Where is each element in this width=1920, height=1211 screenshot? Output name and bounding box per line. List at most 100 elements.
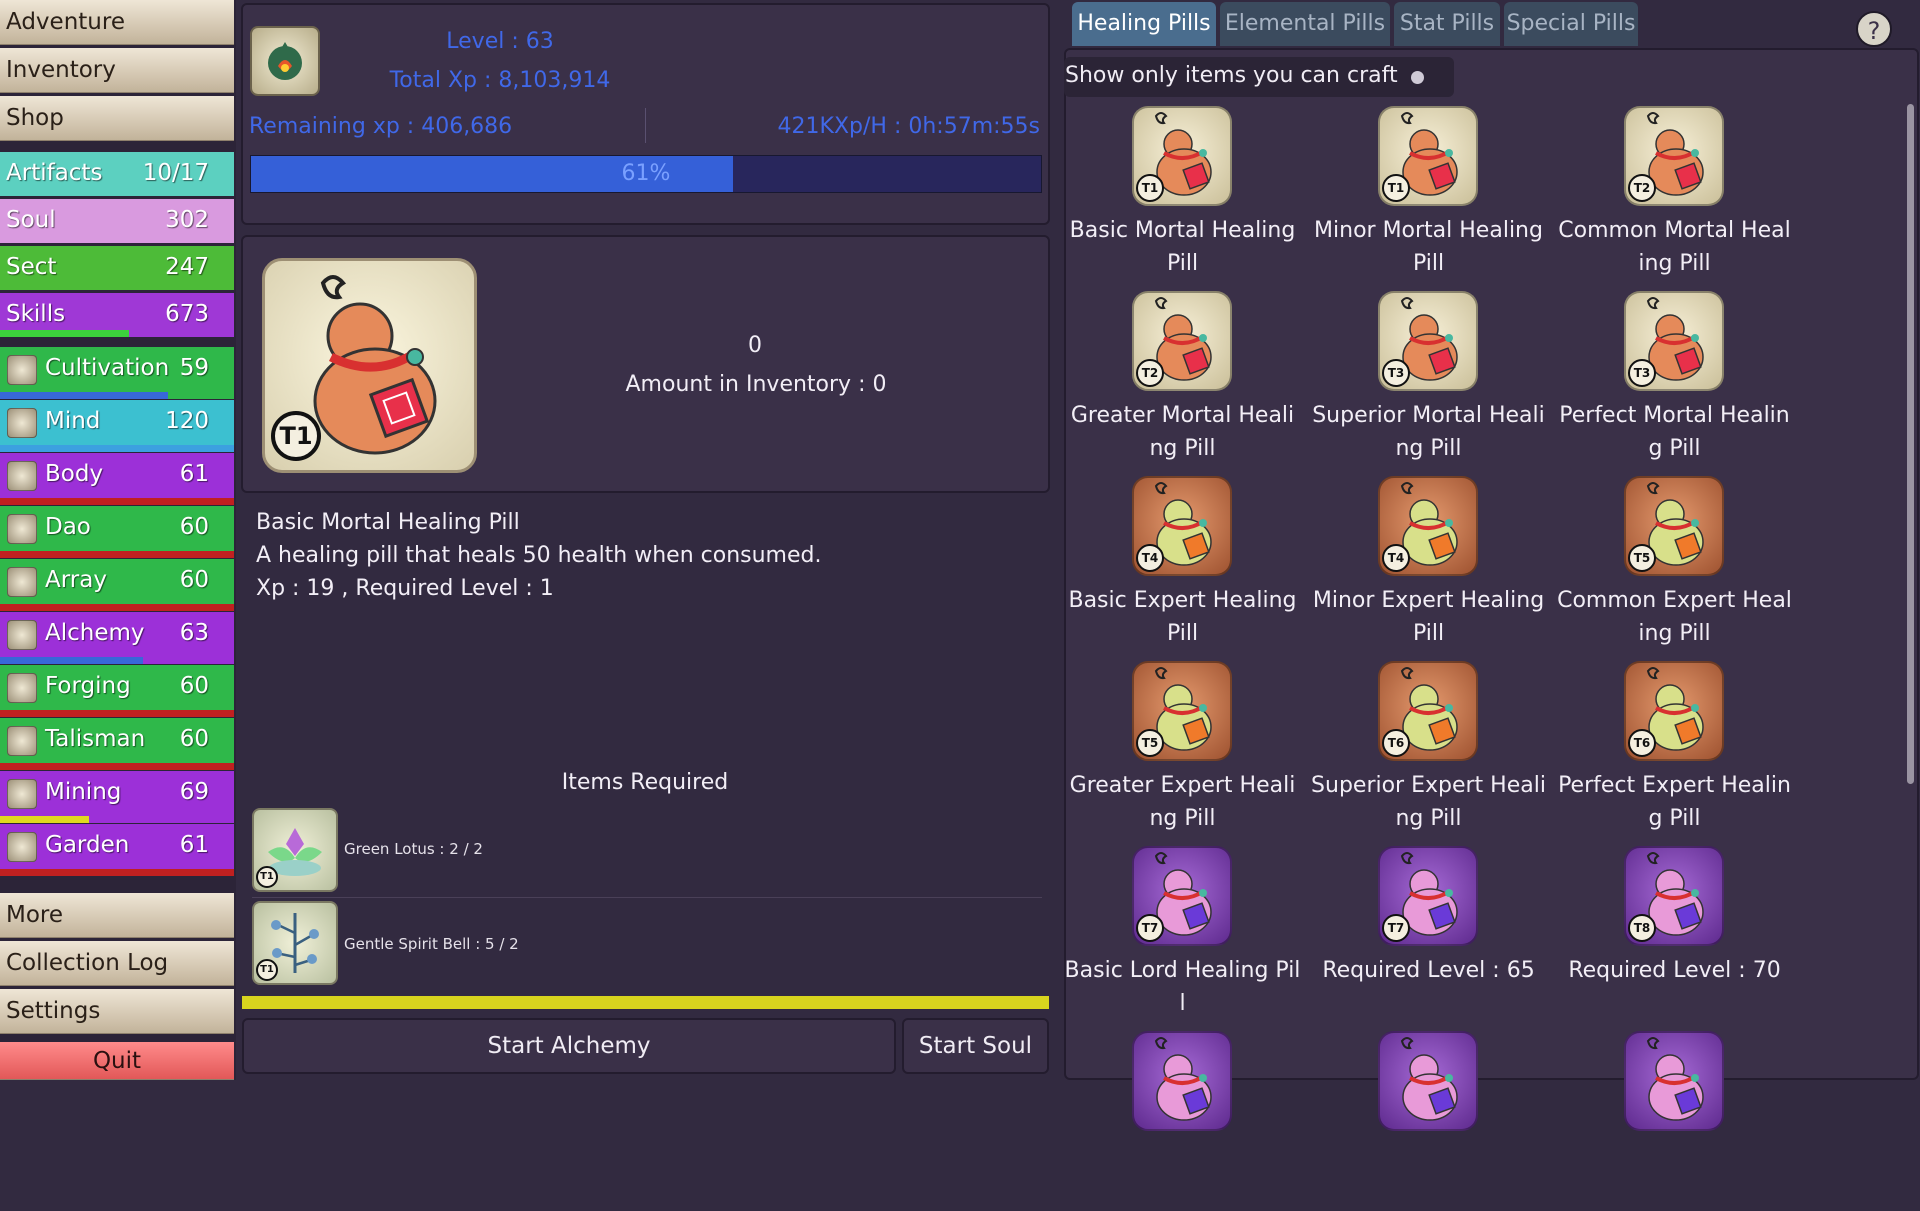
pill-list-scrollbar[interactable] [1907, 104, 1914, 784]
skill-row-skills[interactable]: Skills 673 [0, 293, 234, 337]
pill-item[interactable]: T7 Required Level : 65 [1306, 846, 1551, 1026]
requirement-row: T1 Green Lotus : 2 / 2 [252, 808, 1042, 894]
pill-item[interactable]: T1 Minor Mortal Healing Pill [1306, 106, 1551, 286]
pill-name: Greater Expert Heali ng Pill [1060, 769, 1305, 835]
pill-name-line: Greater Expert Heali [1069, 773, 1296, 798]
pill-name-line: Pill [1166, 251, 1199, 276]
skill-row-talisman[interactable]: Talisman 60 [0, 718, 234, 770]
skill-row-array[interactable]: Array 60 [0, 559, 234, 611]
pill-name-line: ing Pill [1638, 251, 1711, 276]
mind-icon [7, 408, 37, 438]
selected-pill-icon: T1 [262, 258, 477, 473]
alchemy-icon [7, 620, 37, 650]
pill-icon: T3 [1624, 291, 1724, 391]
skill-label: Dao [45, 514, 91, 540]
tab-stat-pills[interactable]: Stat Pills [1394, 2, 1500, 46]
pill-icon [1132, 1031, 1232, 1131]
inventory-amount-label: Amount in Inventory : 0 [625, 372, 887, 397]
tier-badge: T4 [1382, 544, 1410, 572]
nav-inventory-button[interactable]: Inventory [0, 48, 234, 93]
pill-name-line: g Pill [1648, 806, 1701, 831]
craftable-filter-toggle[interactable]: Show only items you can craft [1064, 57, 1454, 97]
skill-value: 69 [179, 779, 209, 805]
xp-progress-label: 61% [621, 161, 671, 186]
pill-item[interactable] [1060, 1031, 1305, 1211]
start-alchemy-button[interactable]: Start Alchemy [242, 1018, 896, 1074]
pill-item[interactable]: T5 Common Expert Heal ing Pill [1552, 476, 1797, 656]
tier-badge: T3 [1382, 359, 1410, 387]
nav-more-button[interactable]: More [0, 893, 234, 938]
pill-item[interactable]: T4 Basic Expert Healing Pill [1060, 476, 1305, 656]
nav-settings-button[interactable]: Settings [0, 989, 234, 1034]
gentle-spirit-bell-icon: T1 [252, 901, 338, 985]
skill-row-soul[interactable]: Soul 302 [0, 199, 234, 243]
remaining-xp-label: Remaining xp : 406,686 [249, 114, 513, 139]
skill-row-artifacts[interactable]: Artifacts 10/17 [0, 152, 234, 196]
nav-collection-log-button[interactable]: Collection Log [0, 941, 234, 986]
skill-row-forging[interactable]: Forging 60 [0, 665, 234, 717]
xp-rate-label: 421KXp/H : 0h:57m:55s [777, 114, 1040, 139]
skill-value: 59 [179, 355, 209, 381]
pill-name-line: g Pill [1648, 436, 1701, 461]
pill-name: Minor Mortal Healing Pill [1306, 214, 1551, 280]
nav-shop-button[interactable]: Shop [0, 96, 234, 141]
tier-badge: T2 [1136, 359, 1164, 387]
skill-value: 60 [179, 567, 209, 593]
skill-row-mind[interactable]: Mind 120 [0, 400, 234, 452]
pill-name-line: Minor Expert Healing [1312, 588, 1545, 613]
pill-item[interactable]: T5 Greater Expert Heali ng Pill [1060, 661, 1305, 841]
pill-item[interactable]: T4 Minor Expert Healing Pill [1306, 476, 1551, 656]
skill-value: 247 [165, 254, 209, 280]
pill-item[interactable]: T3 Perfect Mortal Healin g Pill [1552, 291, 1797, 471]
skill-label: Mind [45, 408, 101, 434]
help-button[interactable]: ? [1856, 11, 1892, 47]
pill-item[interactable]: T6 Superior Expert Heali ng Pill [1306, 661, 1551, 841]
toggle-knob[interactable] [1411, 71, 1424, 84]
pill-name-line: Minor Mortal Healing [1314, 218, 1543, 243]
pill-name: Minor Expert Healing Pill [1306, 584, 1551, 650]
pill-item[interactable]: T6 Perfect Expert Healin g Pill [1552, 661, 1797, 841]
skill-value: 61 [179, 461, 209, 487]
mining-icon [7, 779, 37, 809]
pill-item[interactable]: T3 Superior Mortal Heali ng Pill [1306, 291, 1551, 471]
pill-item[interactable] [1552, 1031, 1797, 1211]
nav-adventure-button[interactable]: Adventure [0, 0, 234, 45]
pill-name-line: Pill [1412, 621, 1445, 646]
tab-special-pills[interactable]: Special Pills [1504, 2, 1638, 46]
quit-button[interactable]: Quit [0, 1042, 234, 1080]
skill-label: Artifacts [6, 160, 103, 186]
skill-row-dao[interactable]: Dao 60 [0, 506, 234, 558]
skill-row-sect[interactable]: Sect 247 [0, 246, 234, 290]
dao-icon [7, 514, 37, 544]
pill-icon: T6 [1378, 661, 1478, 761]
pill-name-line: Common Expert Heal [1557, 588, 1792, 613]
pill-item[interactable]: T8 Required Level : 70 [1552, 846, 1797, 1026]
skill-label: Forging [45, 673, 131, 699]
pill-item[interactable]: T1 Basic Mortal Healing Pill [1060, 106, 1305, 286]
tier-badge: T7 [1136, 914, 1164, 942]
tier-badge: T1 [1136, 174, 1164, 202]
requirement-text: Gentle Spirit Bell : 5 / 2 [344, 935, 519, 953]
pill-item[interactable]: T7 Basic Lord Healing Pil l [1060, 846, 1305, 1026]
skill-row-alchemy[interactable]: Alchemy 63 [0, 612, 234, 664]
pill-item[interactable]: T2 Greater Mortal Heali ng Pill [1060, 291, 1305, 471]
stat-divider [645, 108, 646, 143]
tier-badge: T6 [1382, 729, 1410, 757]
skill-value: 120 [165, 408, 209, 434]
tab-healing-pills[interactable]: Healing Pills [1072, 2, 1216, 46]
tier-badge: T5 [1136, 729, 1164, 757]
skill-row-garden[interactable]: Garden 61 [0, 824, 234, 876]
pill-icon: T6 [1624, 661, 1724, 761]
skill-row-body[interactable]: Body 61 [0, 453, 234, 505]
tier-badge: T1 [271, 411, 321, 461]
pill-name-line: Basic Lord Healing Pil [1064, 958, 1301, 983]
tab-elemental-pills[interactable]: Elemental Pills [1220, 2, 1390, 46]
level-label: Level : 63 [446, 29, 554, 54]
cultivation-icon [7, 355, 37, 385]
skill-row-mining[interactable]: Mining 69 [0, 771, 234, 823]
pill-item[interactable] [1306, 1031, 1551, 1211]
pill-item[interactable]: T2 Common Mortal Heal ing Pill [1552, 106, 1797, 286]
start-soul-button[interactable]: Start Soul [902, 1018, 1049, 1074]
skill-row-cultivation[interactable]: Cultivation 59 [0, 347, 234, 399]
requirement-row: T1 Gentle Spirit Bell : 5 / 2 [252, 901, 1042, 987]
